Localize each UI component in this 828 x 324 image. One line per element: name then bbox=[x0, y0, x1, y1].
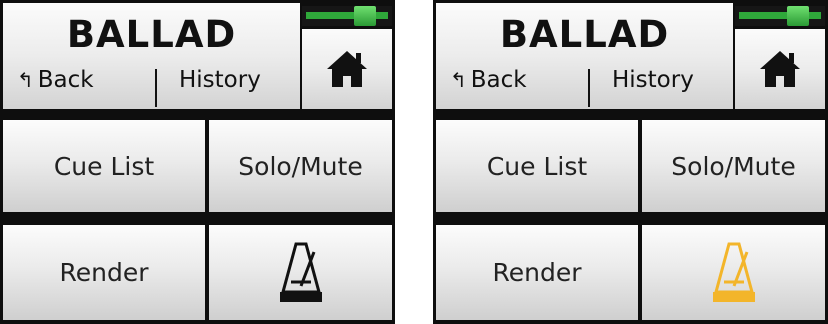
render-label: Render bbox=[492, 258, 582, 287]
metronome-icon bbox=[279, 242, 322, 302]
volume-fader[interactable] bbox=[302, 6, 392, 26]
cue-list-button[interactable]: Cue List bbox=[436, 120, 638, 212]
back-arrow-icon: ↰ bbox=[450, 68, 467, 92]
volume-fader[interactable] bbox=[735, 6, 825, 26]
header: BALLAD ↰ Back History bbox=[3, 3, 300, 109]
cue-list-label: Cue List bbox=[53, 151, 155, 181]
cue-list-button[interactable]: Cue List bbox=[3, 120, 205, 212]
device-screen-left: BALLAD ↰ Back History Cue List Solo/Mute … bbox=[0, 0, 395, 324]
fader-knob[interactable] bbox=[354, 6, 376, 26]
metronome-button[interactable] bbox=[209, 225, 392, 320]
song-title: BALLAD bbox=[66, 13, 237, 56]
home-icon bbox=[760, 51, 800, 87]
metronome-button[interactable] bbox=[642, 225, 825, 320]
history-button[interactable]: History bbox=[612, 67, 694, 93]
home-area bbox=[302, 3, 392, 109]
header-divider bbox=[588, 69, 590, 107]
header-divider bbox=[155, 69, 157, 107]
song-title: BALLAD bbox=[499, 13, 670, 56]
back-button[interactable]: ↰ Back bbox=[450, 67, 527, 93]
metronome-icon bbox=[712, 242, 755, 302]
home-icon bbox=[327, 51, 367, 87]
fader-knob[interactable] bbox=[787, 6, 809, 26]
render-label: Render bbox=[59, 258, 149, 287]
solo-mute-label: Solo/Mute bbox=[671, 151, 796, 181]
cue-list-label: Cue List bbox=[486, 151, 588, 181]
home-button[interactable] bbox=[735, 29, 825, 109]
solo-mute-button[interactable]: Solo/Mute bbox=[209, 120, 392, 212]
back-button[interactable]: ↰ Back bbox=[17, 67, 94, 93]
back-label: Back bbox=[470, 67, 527, 93]
back-label: Back bbox=[37, 67, 94, 93]
home-button[interactable] bbox=[302, 29, 392, 109]
back-arrow-icon: ↰ bbox=[17, 68, 34, 92]
home-area bbox=[735, 3, 825, 109]
solo-mute-label: Solo/Mute bbox=[238, 151, 363, 181]
history-button[interactable]: History bbox=[179, 67, 261, 93]
render-button[interactable]: Render bbox=[3, 225, 205, 320]
solo-mute-button[interactable]: Solo/Mute bbox=[642, 120, 825, 212]
render-button[interactable]: Render bbox=[436, 225, 638, 320]
device-screen-right: BALLAD ↰ Back History Cue List Solo/Mute … bbox=[433, 0, 828, 324]
header: BALLAD ↰ Back History bbox=[436, 3, 733, 109]
